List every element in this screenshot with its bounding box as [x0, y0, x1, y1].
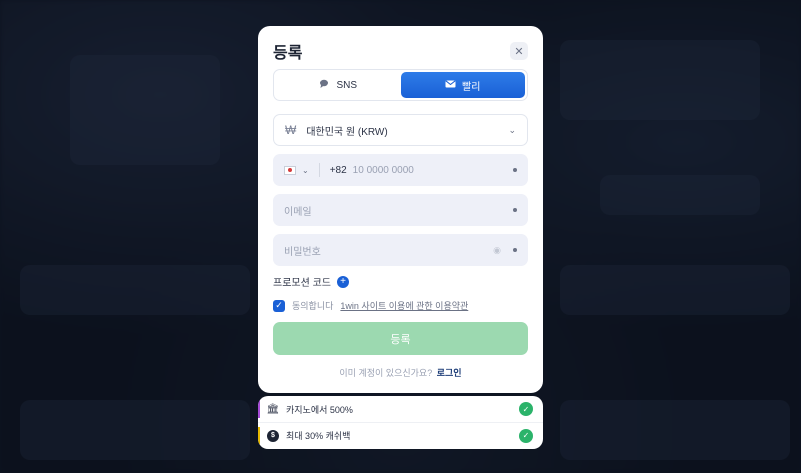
- password-input[interactable]: 비밀번호: [284, 243, 321, 258]
- eye-icon[interactable]: ◉: [493, 245, 501, 256]
- envelope-icon: [445, 79, 456, 91]
- required-indicator: [513, 248, 517, 252]
- bonus-label: 카지노에서 500%: [286, 404, 353, 415]
- bonus-item: 🏛 카지노에서 500% ✓: [258, 396, 543, 422]
- divider: [318, 163, 320, 177]
- email-field[interactable]: 이메일: [273, 194, 528, 226]
- phone-input[interactable]: 10 0000 0000: [353, 165, 414, 176]
- bank-icon: 🏛: [266, 403, 280, 415]
- country-code: +82: [329, 164, 347, 176]
- email-input[interactable]: 이메일: [284, 203, 312, 218]
- check-icon: ✓: [519, 428, 533, 443]
- required-indicator: [513, 208, 517, 212]
- tab-quick[interactable]: 빨리: [400, 72, 525, 98]
- login-prompt: 이미 계정이 있으신가요? 로그인: [273, 366, 528, 379]
- chevron-down-icon[interactable]: ⌄: [302, 166, 309, 175]
- bonus-stripe: [258, 400, 260, 418]
- registration-tabs: SNS 빨리: [273, 69, 528, 101]
- tab-sns-label: SNS: [336, 79, 358, 91]
- close-button[interactable]: ✕: [510, 42, 528, 60]
- bonus-item: $ 최대 30% 캐쉬백 ✓: [258, 422, 543, 448]
- login-link[interactable]: 로그인: [437, 368, 462, 378]
- bonus-panel: 🏛 카지노에서 500% ✓ $ 최대 30% 캐쉬백 ✓: [258, 396, 543, 449]
- check-icon: ✓: [519, 402, 533, 416]
- won-icon: ₩: [285, 123, 297, 137]
- close-icon: ✕: [514, 45, 524, 58]
- modal-header: 등록 ✕: [273, 40, 528, 62]
- promo-code-toggle[interactable]: 프로모션 코드 +: [273, 274, 528, 289]
- terms-prefix: 동의합니다: [292, 301, 334, 311]
- password-field[interactable]: 비밀번호 ◉: [273, 234, 528, 266]
- plus-icon[interactable]: +: [336, 275, 349, 288]
- bonus-stripe: [258, 427, 260, 444]
- coin-icon: $: [267, 429, 279, 442]
- tab-quick-label: 빨리: [462, 81, 481, 93]
- bonus-label: 최대 30% 캐쉬백: [286, 431, 351, 441]
- currency-value: 대한민국 원 (KRW): [306, 126, 388, 138]
- currency-select[interactable]: ₩ 대한민국 원 (KRW) ⌄: [273, 114, 528, 146]
- terms-agreement: ✓ 동의합니다 1win 사이트 이용에 관한 이용약관: [273, 299, 528, 312]
- required-indicator: [513, 168, 517, 172]
- registration-modal: 등록 ✕ SNS 빨리 ₩ 대한민국 원 (KRW) ⌄ ⌄ +82 10 00…: [258, 26, 543, 393]
- korea-flag-icon[interactable]: [284, 165, 296, 175]
- terms-link[interactable]: 1win 사이트 이용에 관한 이용약관: [340, 299, 468, 312]
- chevron-down-icon: ⌄: [508, 124, 516, 135]
- login-prompt-text: 이미 계정이 있으신가요?: [339, 368, 433, 378]
- modal-title: 등록: [273, 45, 303, 62]
- promo-code-label: 프로모션 코드: [273, 278, 331, 289]
- register-button[interactable]: 등록: [273, 322, 528, 355]
- phone-field[interactable]: ⌄ +82 10 0000 0000: [273, 154, 528, 186]
- tab-sns[interactable]: SNS: [276, 72, 401, 98]
- terms-checkbox[interactable]: ✓: [273, 299, 285, 312]
- chat-bubble-icon: [319, 79, 330, 92]
